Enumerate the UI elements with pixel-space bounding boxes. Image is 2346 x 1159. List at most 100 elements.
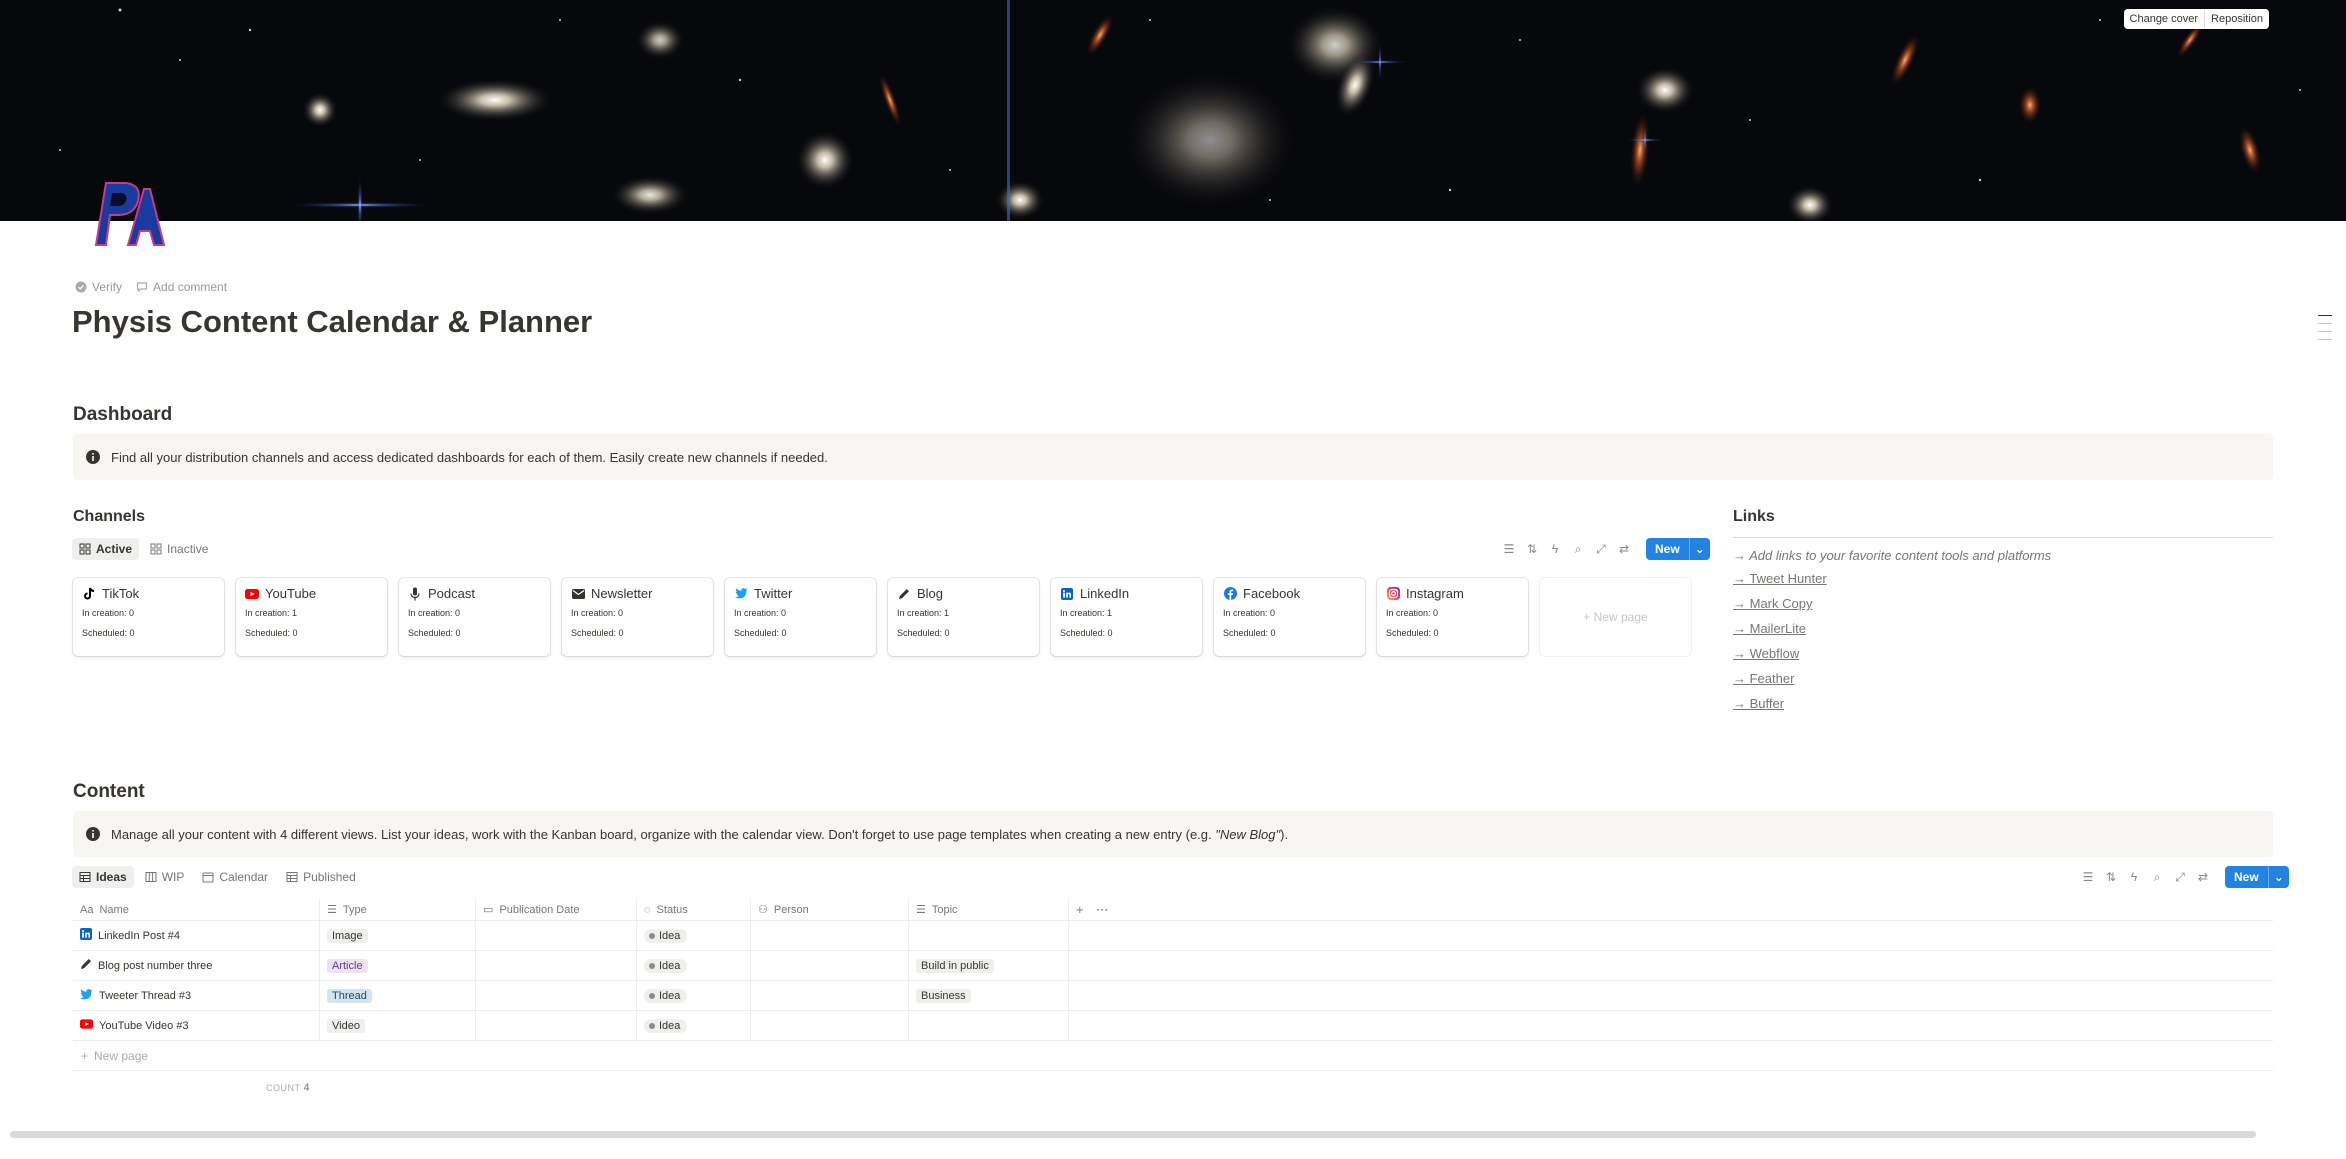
column-header-status[interactable]: ◌ Status [637, 899, 751, 920]
channel-card-youtube[interactable]: YouTube In creation: 1 Scheduled: 0 [236, 578, 387, 656]
channel-card-linkedin[interactable]: LinkedIn In creation: 1 Scheduled: 0 [1051, 578, 1202, 656]
count-value: 4 [303, 1082, 311, 1094]
scheduled-count: Scheduled: 0 [1060, 628, 1113, 638]
channel-card-blog[interactable]: Blog In creation: 1 Scheduled: 0 [888, 578, 1039, 656]
search-icon[interactable]: ⌕ [2150, 870, 2164, 884]
table-row[interactable]: Tweeter Thread #3 Thread Idea Business [73, 981, 2273, 1011]
automation-bolt-icon[interactable]: ϟ [2127, 870, 2141, 884]
settings-sliders-icon[interactable]: ⇄ [2196, 870, 2210, 884]
tab-wip[interactable]: WIP [138, 866, 192, 888]
publication-date-cell[interactable] [476, 981, 637, 1010]
column-header-type[interactable]: ☰ Type [320, 899, 476, 920]
channels-new-button[interactable]: New ⌄ [1646, 538, 1710, 560]
table-row[interactable]: Blog post number three Article Idea Buil… [73, 951, 2273, 981]
info-icon [86, 827, 100, 841]
link-buffer[interactable]: → Buffer [1733, 696, 2273, 713]
pencil-icon [80, 958, 92, 973]
channel-card-podcast[interactable]: Podcast In creation: 0 Scheduled: 0 [399, 578, 550, 656]
horizontal-scrollbar[interactable] [10, 1131, 2256, 1138]
content-new-button[interactable]: New ⌄ [2225, 866, 2289, 888]
change-cover-button[interactable]: Change cover [2123, 9, 2206, 29]
tab-active[interactable]: Active [72, 538, 140, 560]
plus-icon: + [81, 1048, 89, 1063]
board-icon [145, 872, 157, 882]
expand-icon[interactable]: ⤢ [1594, 542, 1608, 556]
topic-cell[interactable] [909, 1011, 1069, 1040]
column-header-person[interactable]: ⚇ Person [751, 899, 909, 920]
tab-calendar[interactable]: Calendar [195, 866, 275, 888]
link-webflow[interactable]: → Webflow [1733, 646, 2273, 663]
expand-icon[interactable]: ⤢ [2173, 870, 2187, 884]
links-list: → Add links to your favorite content too… [1733, 537, 2273, 721]
column-header-publication-date[interactable]: ▭ Publication Date [476, 899, 637, 920]
publication-date-cell[interactable] [476, 951, 637, 980]
column-header-topic[interactable]: ☰ Topic [909, 899, 1069, 920]
chevron-down-icon[interactable]: ⌄ [1690, 542, 1710, 556]
settings-sliders-icon[interactable]: ⇄ [1617, 542, 1631, 556]
search-icon[interactable]: ⌕ [1571, 542, 1585, 556]
table-icon [79, 872, 91, 882]
filter-icon[interactable]: ☰ [1502, 542, 1516, 556]
calendar-icon [202, 872, 214, 883]
page-icon-logo[interactable] [88, 175, 168, 255]
automation-bolt-icon[interactable]: ϟ [1548, 542, 1562, 556]
channel-name: LinkedIn [1080, 586, 1130, 601]
scheduled-count: Scheduled: 0 [1386, 628, 1439, 638]
count-summary[interactable]: COUNT 4 [266, 1082, 310, 1094]
topic-tag: Business [916, 988, 971, 1003]
topic-cell[interactable] [909, 921, 1069, 950]
scheduled-count: Scheduled: 0 [734, 628, 787, 638]
sort-icon[interactable]: ⇅ [2104, 870, 2118, 884]
publication-date-cell[interactable] [476, 921, 637, 950]
more-options-icon[interactable]: ⋯ [1096, 902, 1109, 918]
new-page-label: + New page [1583, 610, 1648, 624]
new-channel-card[interactable]: + New page [1540, 578, 1691, 656]
people-icon: ⚇ [758, 904, 768, 916]
tab-ideas[interactable]: Ideas [72, 866, 134, 888]
link-mark-copy[interactable]: → Mark Copy [1733, 596, 2273, 613]
link-tweet-hunter[interactable]: → Tweet Hunter [1733, 571, 2273, 588]
link-mailerlite[interactable]: → MailerLite [1733, 621, 2273, 638]
chevron-down-icon[interactable]: ⌄ [2269, 870, 2289, 884]
channel-card-facebook[interactable]: Facebook In creation: 0 Scheduled: 0 [1214, 578, 1365, 656]
topic-tag: Build in public [916, 958, 994, 973]
table-row[interactable]: LinkedIn Post #4 Image Idea [73, 921, 2273, 951]
filter-icon[interactable]: ☰ [2081, 870, 2095, 884]
channel-card-instagram[interactable]: Instagram In creation: 0 Scheduled: 0 [1377, 578, 1528, 656]
row-name[interactable]: YouTube Video #3 [99, 1020, 189, 1032]
status-badge: Idea [644, 1018, 688, 1033]
linkedin-icon [1060, 587, 1074, 601]
tab-active-label: Active [96, 542, 133, 556]
add-column-plus-icon[interactable]: + [1076, 902, 1084, 917]
add-column-controls: + ⋯ [1069, 899, 2273, 920]
scheduled-count: Scheduled: 0 [897, 628, 950, 638]
channel-card-tiktok[interactable]: TikTok In creation: 0 Scheduled: 0 [73, 578, 224, 656]
in-creation-count: In creation: 0 [82, 608, 135, 618]
tab-inactive[interactable]: Inactive [143, 538, 215, 560]
new-page-row[interactable]: + New page [73, 1041, 2273, 1071]
column-header-name[interactable]: Aa Name [73, 899, 320, 920]
tab-published[interactable]: Published [279, 866, 363, 888]
row-name[interactable]: LinkedIn Post #4 [98, 930, 180, 942]
person-cell[interactable] [751, 921, 909, 950]
person-cell[interactable] [751, 981, 909, 1010]
add-comment-action[interactable]: Add comment [136, 280, 227, 294]
tab-published-label: Published [303, 870, 356, 884]
verify-action[interactable]: Verify [75, 280, 122, 294]
row-name[interactable]: Blog post number three [98, 960, 212, 972]
link-feather[interactable]: → Feather [1733, 671, 2273, 688]
table-row[interactable]: YouTube Video #3 Video Idea [73, 1011, 2273, 1041]
reposition-button[interactable]: Reposition [2205, 9, 2269, 29]
new-button-label: New [2225, 866, 2269, 888]
tab-ideas-label: Ideas [96, 870, 127, 884]
channel-card-twitter[interactable]: Twitter In creation: 0 Scheduled: 0 [725, 578, 876, 656]
cover-image: Change cover Reposition [0, 0, 2346, 221]
row-name[interactable]: Tweeter Thread #3 [99, 990, 191, 1002]
channel-card-newsletter[interactable]: Newsletter In creation: 0 Scheduled: 0 [562, 578, 713, 656]
sort-icon[interactable]: ⇅ [1525, 542, 1539, 556]
table-of-contents-nav[interactable] [2318, 315, 2332, 340]
person-cell[interactable] [751, 951, 909, 980]
status-property-icon: ◌ [644, 903, 651, 916]
person-cell[interactable] [751, 1011, 909, 1040]
publication-date-cell[interactable] [476, 1011, 637, 1040]
